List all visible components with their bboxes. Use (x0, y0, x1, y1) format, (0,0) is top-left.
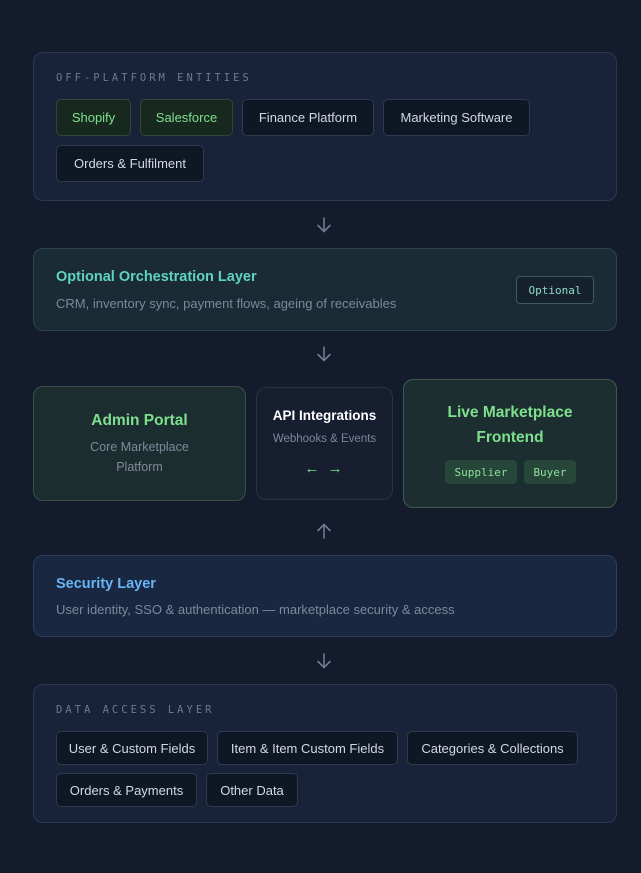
live-marketplace-card: Live Marketplace Frontend Supplier Buyer (403, 379, 617, 508)
arrow-down-icon (317, 346, 331, 362)
live-marketplace-title-line1: Live Marketplace (447, 404, 573, 421)
live-marketplace-title-line2: Frontend (476, 429, 544, 446)
orchestration-title: Optional Orchestration Layer (56, 269, 257, 285)
security-title: Security Layer (56, 576, 156, 592)
chip-shopify: Shopify (56, 99, 131, 136)
chip-user-custom-fields: User & Custom Fields (56, 731, 208, 765)
data-access-panel: DATA ACCESS LAYER User & Custom Fields I… (33, 684, 617, 823)
chip-other-data: Other Data (206, 773, 298, 807)
admin-portal-card: Admin Portal Core Marketplace Platform (33, 386, 246, 501)
arrow-down-icon (317, 653, 331, 669)
chip-categories-collections: Categories & Collections (407, 731, 578, 765)
api-integrations-title: API Integrations (272, 408, 377, 423)
orchestration-subtitle: CRM, inventory sync, payment flows, agei… (56, 296, 397, 311)
admin-portal-subtitle-line1: Core Marketplace (90, 440, 189, 454)
supplier-tag: Supplier (445, 460, 517, 484)
admin-portal-title: Admin Portal (91, 412, 188, 429)
bidirectional-arrow-icon: ← → (304, 460, 345, 477)
arrow-up-icon (317, 523, 331, 539)
off-platform-label: OFF-PLATFORM ENTITIES (56, 72, 252, 84)
chip-orders-fulfilment: Orders & Fulfilment (56, 145, 204, 182)
chip-marketing-software: Marketing Software (383, 99, 530, 136)
buyer-tag: Buyer (524, 460, 576, 484)
arrow-down-icon (317, 217, 331, 233)
chip-item-custom-fields: Item & Item Custom Fields (217, 731, 398, 765)
chip-finance-platform: Finance Platform (242, 99, 374, 136)
security-subtitle: User identity, SSO & authentication — ma… (56, 602, 455, 617)
optional-badge: Optional (516, 276, 594, 304)
api-integrations-subtitle: Webhooks & Events (272, 433, 377, 445)
off-platform-panel: OFF-PLATFORM ENTITIES Shopify Salesforce… (33, 52, 617, 201)
admin-portal-subtitle-line2: Platform (116, 460, 163, 474)
architecture-diagram: OFF-PLATFORM ENTITIES Shopify Salesforce… (0, 0, 641, 873)
api-integrations-card: API Integrations Webhooks & Events ← → (256, 387, 393, 500)
data-access-label: DATA ACCESS LAYER (56, 704, 215, 716)
chip-orders-payments: Orders & Payments (56, 773, 197, 807)
orchestration-layer-panel: Optional Orchestration Layer CRM, invent… (33, 248, 617, 331)
chip-salesforce: Salesforce (140, 99, 233, 136)
security-layer-panel: Security Layer User identity, SSO & auth… (33, 555, 617, 637)
